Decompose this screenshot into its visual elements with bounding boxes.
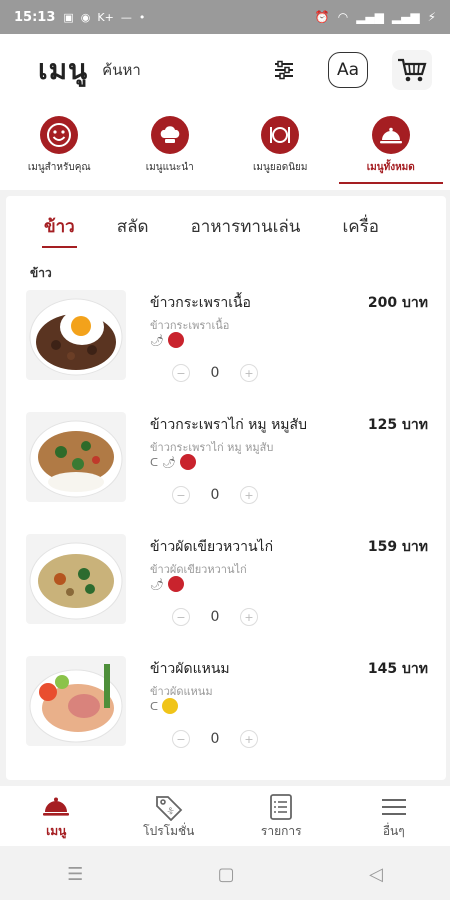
category-recommended[interactable]: เมนูแนะนำ (118, 106, 222, 190)
sliders-icon (275, 60, 293, 80)
decrease-button[interactable]: − (172, 608, 190, 626)
nav-menu[interactable]: เมนู (0, 786, 113, 846)
food-image (26, 290, 126, 380)
wifi-icon: ◠ (337, 10, 349, 24)
cloche-icon (43, 797, 70, 816)
category-for-you[interactable]: เมนูสำหรับคุณ (7, 106, 111, 190)
category-tabs: เมนูสำหรับคุณ เมนูแนะนำ เมนูยอดนิยม เมนู… (0, 106, 450, 190)
search-link[interactable]: ค้นหา (102, 58, 141, 82)
category-label: เมนูทั้งหมด (366, 162, 415, 173)
increase-button[interactable]: + (240, 364, 258, 382)
recent-apps-icon[interactable]: ☰ (67, 864, 83, 885)
quantity-stepper: − 0 + (172, 364, 258, 382)
chili-icon: 🌶 (150, 333, 164, 347)
nav-label: รายการ (260, 824, 302, 838)
increase-button[interactable]: + (240, 486, 258, 504)
nav-label: อื่นๆ (382, 824, 405, 838)
system-navigation-bar: ☰ ▢ ◁ (0, 848, 450, 900)
nav-more[interactable]: อื่นๆ (338, 786, 450, 846)
quantity-stepper: − 0 + (172, 608, 258, 626)
signal-icon-2: ▂▄▆ (391, 10, 420, 24)
quantity-value: 0 (210, 365, 220, 381)
plate-icon (270, 127, 291, 143)
quantity-stepper: − 0 + (172, 486, 258, 504)
status-bar: 15:13 ▣ ◉ K+ — • ⏰ ◠ ▂▄▆ ▂▄▆ ⚡ (0, 0, 450, 34)
status-time: 15:13 (14, 9, 56, 25)
nav-label: โปรโมชั่น (143, 824, 195, 838)
chili-icon: 🌶 (150, 577, 164, 591)
decrease-button[interactable]: − (172, 486, 190, 504)
cloche-icon (379, 127, 402, 144)
cart-icon (398, 58, 427, 82)
item-name: ข้าวกระเพราไก่ หมู หมูสับ (150, 417, 307, 433)
chili-icon: 🌶 (162, 455, 176, 469)
item-price: 145 บาท (367, 661, 428, 677)
home-icon[interactable]: ▢ (218, 864, 235, 885)
item-price: 159 บาท (367, 539, 428, 555)
food-image (26, 656, 126, 746)
mild-level-icon (162, 698, 179, 714)
signal-icon: ▂▄▆ (356, 10, 384, 24)
tab-salad[interactable]: สลัด (117, 213, 149, 240)
nav-orders[interactable]: รายการ (225, 786, 338, 846)
tab-rice[interactable]: ข้าว (42, 213, 77, 248)
quantity-stepper: − 0 + (172, 730, 258, 748)
tab-appetizer[interactable]: อาหารทานเล่น (191, 213, 301, 240)
filter-button[interactable] (264, 50, 304, 90)
nav-label: เมนู (46, 824, 67, 838)
font-size-button[interactable]: Aa (328, 52, 368, 88)
smile-icon (47, 123, 72, 147)
subcategory-tabs: ข้าว สลัด อาหารทานเล่น เครื่อ (6, 196, 446, 256)
dash-icon: — (120, 10, 132, 24)
decrease-button[interactable]: − (172, 364, 190, 382)
item-name: ข้าวผัดแหนม (150, 661, 230, 677)
category-popular[interactable]: เมนูยอดนิยม (228, 106, 332, 190)
category-label: เมนูแนะนำ (145, 162, 194, 173)
food-image (26, 412, 126, 502)
item-price: 125 บาท (367, 417, 428, 433)
quantity-value: 0 (210, 487, 220, 503)
item-name: ข้าวผัดเขียวหวานไก่ (150, 539, 274, 555)
page-title: เมนู (38, 53, 89, 86)
increase-button[interactable]: + (240, 730, 258, 748)
list-item[interactable]: ข้าวผัดเขียวหวานไก่ 159 บาท ข้าวผัดเขียว… (6, 534, 446, 644)
quantity-value: 0 (210, 609, 220, 625)
nav-promotion[interactable]: % โปรโมชั่น (113, 786, 226, 846)
bottom-navigation: เมนู % โปรโมชั่น รายการ อื่นๆ (0, 786, 450, 846)
increase-button[interactable]: + (240, 608, 258, 626)
back-icon[interactable]: ◁ (369, 864, 383, 885)
spicy-level-icon (180, 454, 196, 470)
list-icon (270, 794, 293, 820)
item-name: ข้าวกระเพราเนื้อ (150, 295, 251, 311)
spicy-level-icon (167, 576, 184, 592)
list-item[interactable]: ข้าวผัดแหนม 145 บาท ข้าวผัดแหนม ᑕ − 0 + (6, 656, 446, 766)
tag-icon: % (155, 796, 183, 821)
kplus-icon: K+ (97, 10, 114, 24)
tab-drinks[interactable]: เครื่อ (342, 213, 379, 240)
message-icon: ◉ (80, 10, 91, 24)
leaf-icon: ᑕ (150, 699, 159, 713)
list-item[interactable]: ข้าวกระเพราเนื้อ 200 บาท ข้าวกระเพราเนื้… (6, 290, 446, 400)
category-label: เมนูยอดนิยม (253, 162, 308, 173)
dot-icon: • (138, 10, 146, 24)
category-all[interactable]: เมนูทั้งหมด (338, 106, 443, 190)
charging-icon: ⚡ (427, 10, 436, 24)
list-item[interactable]: ข้าวกระเพราไก่ หมู หมูสับ 125 บาท ข้าวกร… (6, 412, 446, 522)
cart-button[interactable] (392, 50, 432, 90)
hamburger-icon (381, 799, 406, 815)
app-bar: เมนู ค้นหา Aa (0, 34, 450, 106)
item-price: 200 บาท (367, 295, 428, 311)
decrease-button[interactable]: − (172, 730, 190, 748)
food-image (26, 534, 126, 624)
alarm-icon: ⏰ (314, 10, 330, 24)
leaf-icon: ᑕ (150, 455, 159, 469)
section-title: ข้าว (30, 266, 52, 280)
line-app-icon: ▣ (63, 10, 74, 24)
spicy-level-icon (167, 332, 184, 348)
chef-hat-icon (160, 126, 180, 143)
category-label: เมนูสำหรับคุณ (27, 162, 91, 173)
menu-panel: ข้าว สลัด อาหารทานเล่น เครื่อ ข้าว ข้าวก… (6, 196, 446, 780)
quantity-value: 0 (210, 731, 220, 747)
